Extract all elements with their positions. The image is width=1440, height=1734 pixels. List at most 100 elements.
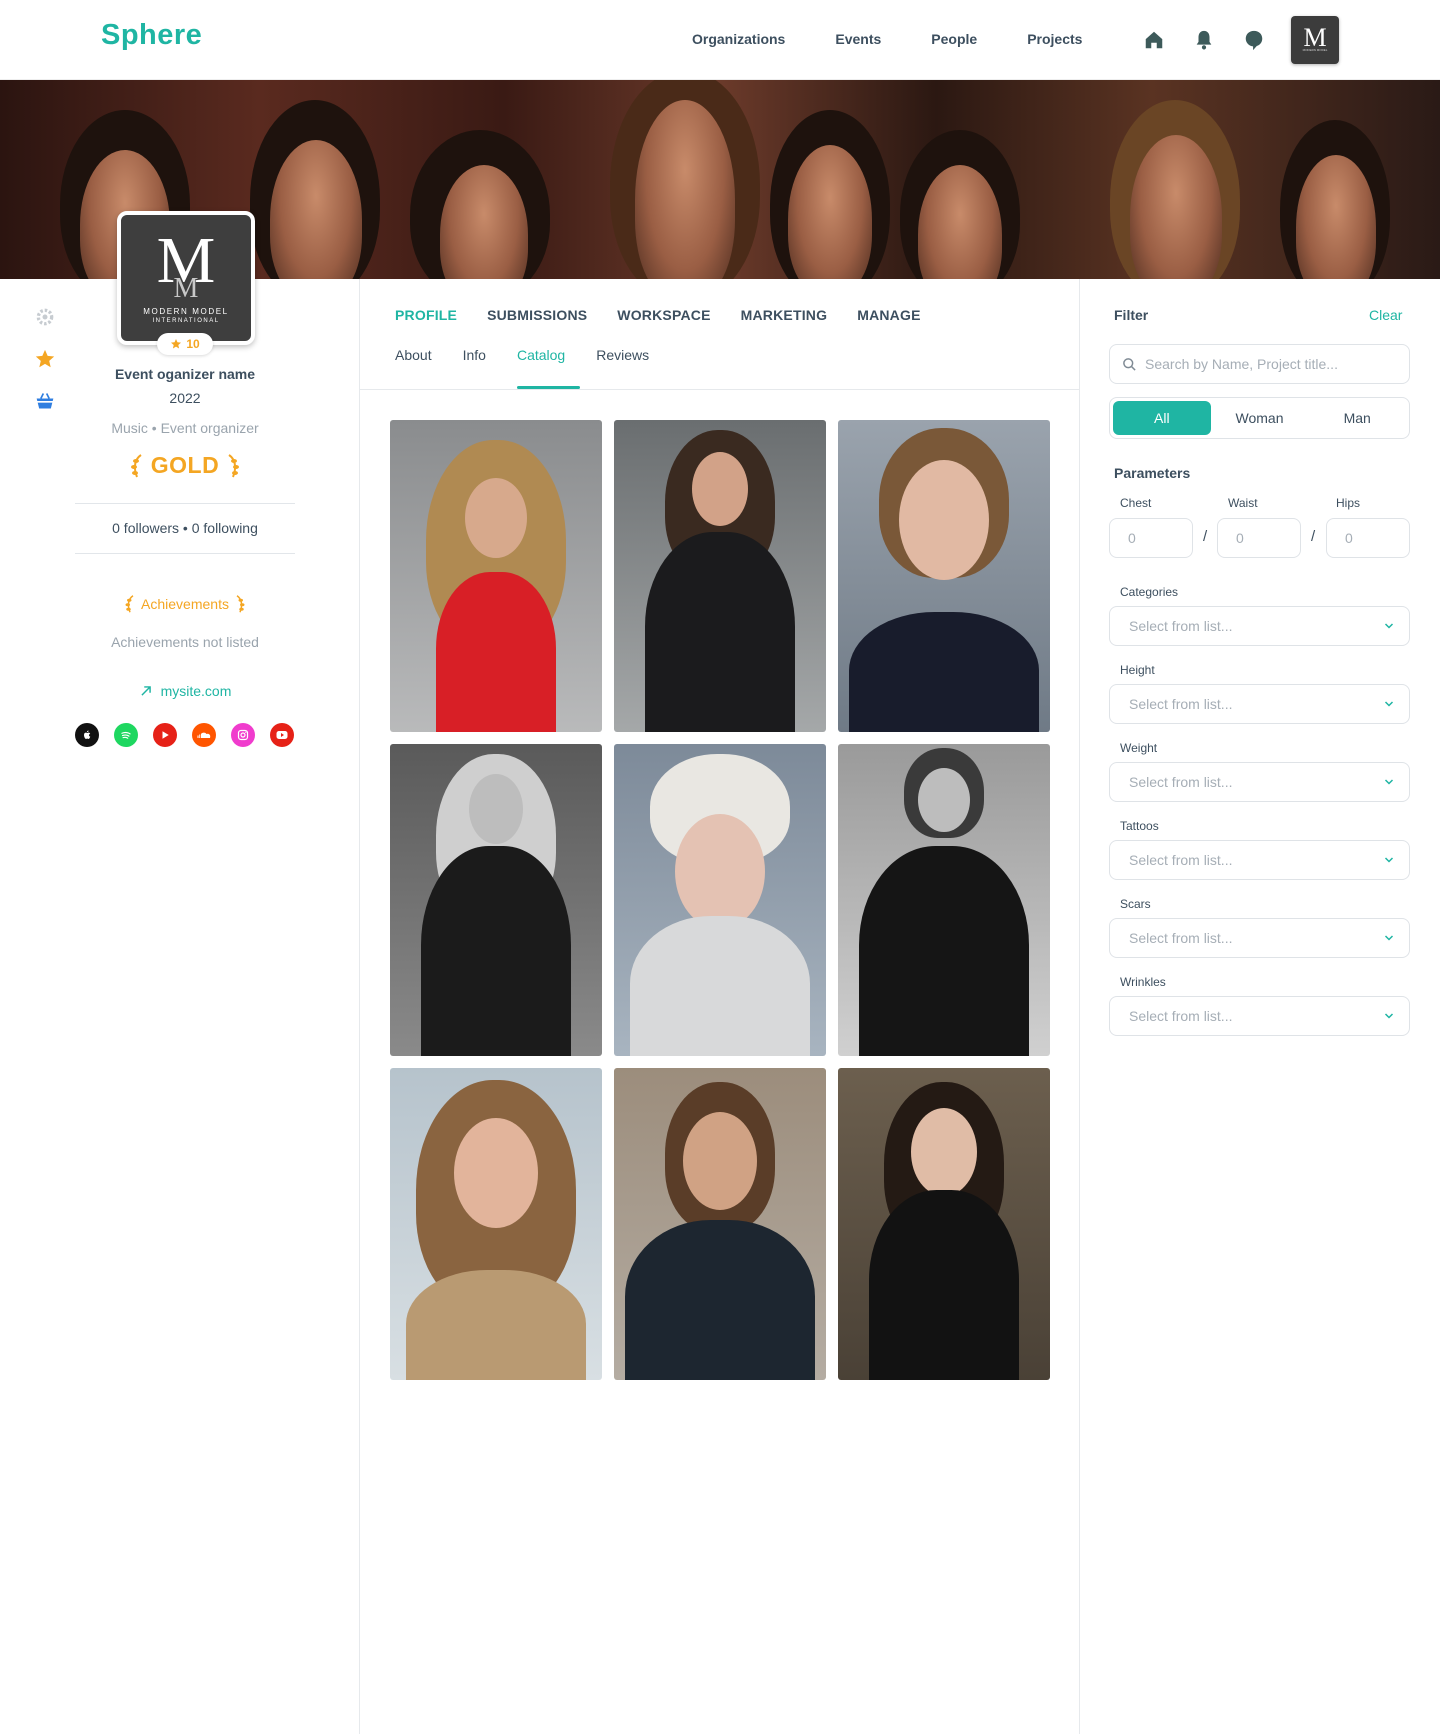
catalog-photo[interactable] [614,744,826,1056]
soundcloud-icon[interactable] [192,723,216,747]
laurel-right-icon [228,453,240,477]
catalog-photo[interactable] [390,1068,602,1380]
sub-tabs: About Info Catalog Reviews [395,347,680,363]
main-tabs: PROFILE SUBMISSIONS WORKSPACE MARKETING … [395,307,951,323]
subtab-info[interactable]: Info [463,347,486,363]
logo-brand-text: MODERN MODEL [143,307,229,316]
search-input[interactable] [1145,356,1395,372]
achievements-empty: Achievements not listed [111,634,259,650]
subtab-catalog[interactable]: Catalog [517,347,565,363]
divider [75,503,295,504]
filter-search[interactable] [1109,344,1410,384]
tabs-divider [360,389,1079,390]
gender-all[interactable]: All [1113,401,1211,435]
tier-badge: GOLD [60,452,310,479]
catalog-photo[interactable] [838,1068,1050,1380]
organization-logo: M M MODERN MODEL INTERNATIONAL [117,211,255,345]
top-navigation-bar: Sphere Organizations Events People Proje… [0,0,1440,80]
laurel-left-icon [130,453,142,477]
main-nav: Organizations Events People Projects [692,31,1082,47]
filter-title: Filter [1114,307,1149,323]
tattoos-select[interactable]: Select from list... [1109,840,1410,880]
left-quick-icons [34,306,56,412]
catalog-photo[interactable] [838,744,1050,1056]
chevron-down-icon [1384,1013,1394,1019]
youtube-icon[interactable] [270,723,294,747]
catalog-photo[interactable] [614,420,826,732]
home-icon[interactable] [1142,28,1166,52]
chat-icon[interactable] [1242,28,1266,52]
organizer-name: Event oganizer name [114,366,256,382]
star-icon[interactable] [34,348,56,370]
search-icon [1123,357,1136,371]
chest-label: Chest [1120,496,1152,510]
bell-icon[interactable] [1192,28,1216,52]
filter-clear-button[interactable]: Clear [1369,307,1402,323]
tab-manage[interactable]: MANAGE [857,307,920,323]
column-divider [1079,279,1080,1734]
achievements-heading: Achievements [60,593,310,615]
gender-man[interactable]: Man [1308,401,1406,435]
scars-select[interactable]: Select from list... [1109,918,1410,958]
chevron-down-icon [1384,623,1394,629]
hips-input[interactable]: 0 [1326,518,1410,558]
social-links [75,723,294,747]
tab-workspace[interactable]: WORKSPACE [617,307,710,323]
youtube-icon[interactable] [153,723,177,747]
rating-star-icon [171,339,182,349]
catalog-photo[interactable] [838,420,1050,732]
weight-select[interactable]: Select from list... [1109,762,1410,802]
nav-events[interactable]: Events [835,31,881,47]
user-avatar[interactable]: M MODERN MODEL [1291,16,1339,64]
tab-profile[interactable]: PROFILE [395,307,457,323]
nav-projects[interactable]: Projects [1027,31,1082,47]
tab-marketing[interactable]: MARKETING [741,307,828,323]
waist-label: Waist [1228,496,1258,510]
height-label: Height [1120,663,1155,677]
nav-people[interactable]: People [931,31,977,47]
waist-input[interactable]: 0 [1217,518,1301,558]
logo-brand-subtext: INTERNATIONAL [152,318,220,324]
apple-music-icon[interactable] [75,723,99,747]
laurel-right-icon [236,595,245,613]
tattoos-placeholder: Select from list... [1129,852,1233,868]
tab-submissions[interactable]: SUBMISSIONS [487,307,587,323]
wrinkles-select[interactable]: Select from list... [1109,996,1410,1036]
wrinkles-placeholder: Select from list... [1129,1008,1233,1024]
laurel-left-icon [125,595,134,613]
spotify-icon[interactable] [114,723,138,747]
gender-woman[interactable]: Woman [1211,401,1309,435]
column-divider [359,279,360,1734]
divider [75,553,295,554]
weight-placeholder: Select from list... [1129,774,1233,790]
param-separator: / [1203,528,1208,545]
external-link-icon [140,686,151,696]
catalog-gallery [390,420,1050,1380]
app-logo[interactable]: Sphere [101,19,202,52]
catalog-photo[interactable] [390,744,602,1056]
subtab-reviews[interactable]: Reviews [596,347,649,363]
rating-badge: 10 [157,333,213,355]
scars-label: Scars [1120,897,1151,911]
categories-select[interactable]: Select from list... [1109,606,1410,646]
organizer-category: Music • Event organizer [111,420,259,436]
chevron-down-icon [1384,935,1394,941]
website-url[interactable]: mysite.com [161,683,232,699]
nav-organizations[interactable]: Organizations [692,31,785,47]
website-link[interactable]: mysite.com [60,683,310,699]
tier-label: GOLD [150,452,220,478]
gear-icon[interactable] [34,306,56,328]
chevron-down-icon [1384,779,1394,785]
instagram-icon[interactable] [231,723,255,747]
tattoos-label: Tattoos [1120,819,1159,833]
subtab-about[interactable]: About [395,347,432,363]
height-select[interactable]: Select from list... [1109,684,1410,724]
basket-icon[interactable] [34,390,56,412]
chest-input[interactable]: 0 [1109,518,1193,558]
logo-letter-small: M [173,273,199,304]
catalog-photo[interactable] [614,1068,826,1380]
param-separator: / [1311,528,1316,545]
weight-label: Weight [1120,741,1158,755]
catalog-photo[interactable] [390,420,602,732]
followers-count[interactable]: 0 followers • 0 following [60,520,310,536]
